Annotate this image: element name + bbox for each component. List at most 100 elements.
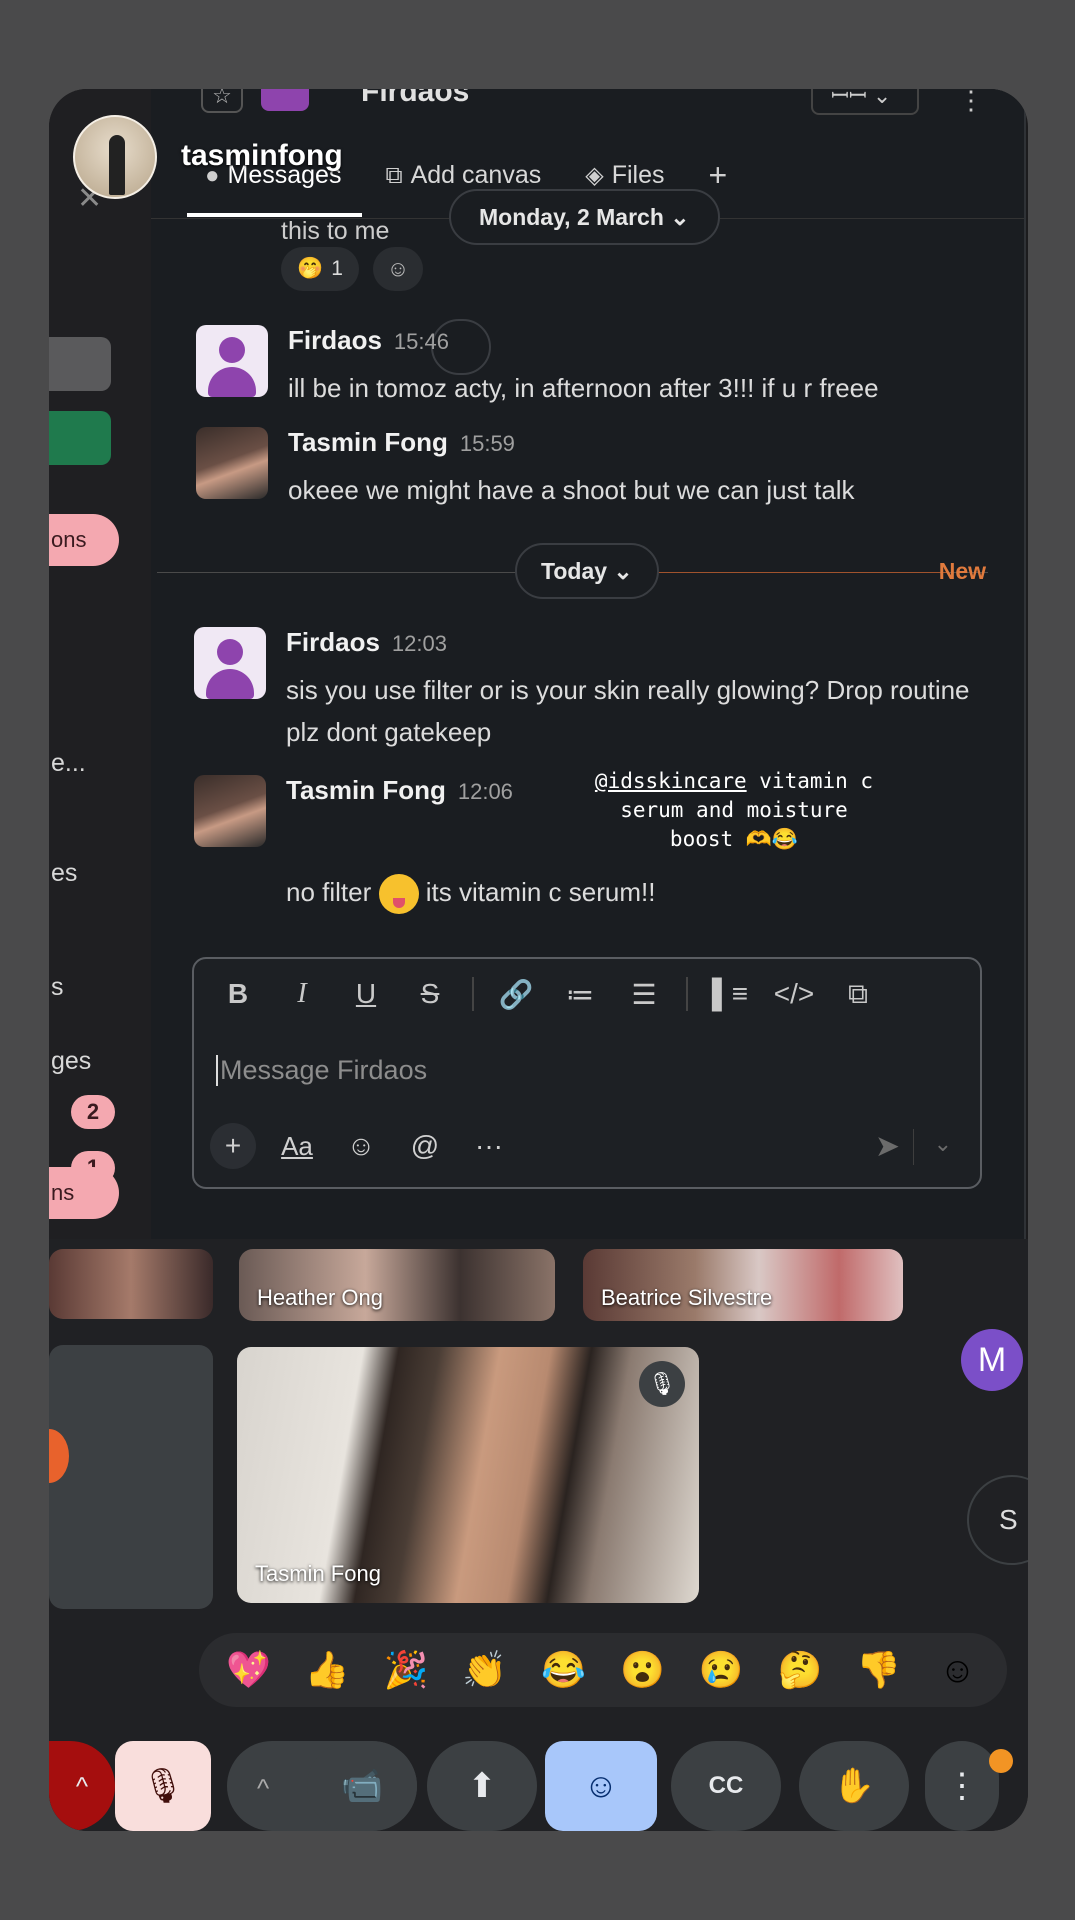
camera-options-icon[interactable]: ^ [257, 1773, 269, 1803]
message-input[interactable]: Message Firdaos [216, 1055, 427, 1086]
thumbs-up-reaction[interactable]: 👍 [297, 1649, 357, 1691]
sidebar-button-green[interactable] [49, 411, 111, 465]
composer-actions: + Aa ☺ @ ··· [210, 1123, 512, 1169]
participant-tile-heather[interactable]: Heather Ong [239, 1249, 555, 1321]
present-screen-icon: ⬆ [467, 1767, 497, 1805]
message-author[interactable]: Tasmin Fong 15:59 [288, 427, 515, 458]
participant-tile[interactable] [49, 1249, 213, 1319]
sidebar-button-gray[interactable] [49, 337, 111, 391]
story-mention[interactable]: @idsskincare [595, 769, 747, 793]
story-avatar[interactable] [73, 115, 157, 199]
crying-reaction[interactable]: 😢 [691, 1649, 751, 1691]
ordered-list-icon[interactable]: ≔ [558, 978, 602, 1011]
thinking-reaction[interactable]: 🤔 [770, 1649, 830, 1691]
participant-name: Beatrice Silvestre [601, 1285, 773, 1310]
mention-icon[interactable]: @ [402, 1123, 448, 1169]
participant-tile-tasmin[interactable]: 🎙 Tasmin Fong [237, 1347, 699, 1603]
sidebar-label[interactable]: s [51, 973, 64, 1002]
new-divider-line [649, 572, 948, 573]
message-time: 12:03 [391, 631, 447, 656]
surprised-reaction[interactable]: 😮 [612, 1649, 672, 1691]
huddle-icon[interactable]: ꟷꟷ ⌄ [811, 89, 919, 115]
strikethrough-button[interactable]: S [408, 978, 452, 1010]
text-format-icon[interactable]: Aa [274, 1123, 320, 1169]
bold-button[interactable]: B [216, 978, 260, 1010]
avatar[interactable] [194, 627, 266, 699]
reaction-emoji: 🤭 [297, 257, 324, 280]
more-options-icon[interactable]: ⋮ [958, 89, 984, 116]
new-messages-label: New [938, 558, 986, 584]
add-reaction-icon[interactable]: ☺ [928, 1649, 988, 1691]
message-time: 15:46 [393, 329, 449, 354]
participant-avatar-m[interactable]: M [961, 1329, 1023, 1391]
message-composer: B I U S 🔗 ≔ ☰ ▌≡ </> ⧉ Message Firdaos +… [192, 957, 982, 1189]
message-text: no filter its vitamin c serum!! [286, 871, 976, 915]
participant-tile-beatrice[interactable]: Beatrice Silvestre [583, 1249, 903, 1321]
previous-message-text: this to me [281, 217, 390, 245]
code-icon[interactable]: </> [772, 978, 816, 1010]
thumbs-down-reaction[interactable]: 👎 [849, 1649, 909, 1691]
layers-icon: ◈ [585, 162, 604, 189]
unread-badge: 2 [71, 1095, 115, 1129]
party-popper-reaction[interactable]: 🎉 [376, 1649, 436, 1691]
blockquote-icon[interactable]: ▌≡ [708, 978, 752, 1010]
captions-button[interactable]: CC [671, 1741, 781, 1831]
mic-off-icon: 🎙 [639, 1361, 685, 1407]
mic-toggle-button[interactable]: 🎙 [115, 1741, 211, 1831]
message-time: 15:59 [459, 431, 515, 456]
smiley-icon: ☺ [583, 1767, 619, 1805]
avatar[interactable] [196, 325, 268, 397]
sidebar-label[interactable]: ges [51, 1047, 91, 1076]
sidebar-pill-top[interactable]: ons [49, 514, 119, 566]
tab-files[interactable]: ◈ Files [585, 161, 664, 190]
more-vertical-icon: ⋮ [945, 1767, 979, 1805]
present-screen-button[interactable]: ⬆ [427, 1741, 537, 1831]
toolbar-separator [686, 977, 688, 1011]
format-toolbar: B I U S 🔗 ≔ ☰ ▌≡ </> ⧉ [216, 977, 880, 1011]
sidebar-pill-bottom[interactable]: ns [49, 1167, 119, 1219]
message-author[interactable]: Firdaos 12:03 [286, 627, 447, 658]
date-divider-today[interactable]: Today ⌄ [515, 543, 659, 599]
avatar[interactable] [196, 427, 268, 499]
message-time: 12:06 [457, 779, 513, 804]
captions-icon: CC [708, 1772, 744, 1799]
more-up-button[interactable]: ^ [49, 1741, 115, 1831]
tab-add-canvas[interactable]: ⧉ Add canvas [385, 161, 541, 190]
message-text: sis you use filter or is your skin reall… [286, 675, 970, 747]
send-separator [913, 1129, 914, 1165]
clapping-reaction[interactable]: 👏 [455, 1649, 515, 1691]
sidebar-label[interactable]: e... [51, 749, 86, 778]
date-divider-monday[interactable]: Monday, 2 March ⌄ [449, 189, 720, 245]
tab-label: Add canvas [410, 161, 542, 189]
tab-label: Files [611, 161, 665, 189]
camera-toggle-button[interactable]: 📹 [307, 1741, 417, 1831]
star-icon[interactable]: ☆ [201, 89, 243, 113]
sidebar-label[interactable]: es [51, 859, 77, 888]
bulleted-list-icon[interactable]: ☰ [622, 978, 666, 1011]
code-block-icon[interactable]: ⧉ [836, 978, 880, 1011]
reactions-bar: 💖 👍 🎉 👏 😂 😮 😢 🤔 👎 ☺ [199, 1633, 1007, 1707]
link-icon[interactable]: 🔗 [494, 978, 538, 1011]
emoji-reactions-button[interactable]: ☺ [545, 1741, 657, 1831]
participant-tile-empty[interactable] [49, 1345, 213, 1609]
add-tab-icon[interactable]: + [709, 157, 728, 194]
message-author[interactable]: Tasmin Fong 12:06 [286, 775, 513, 806]
chevron-down-icon[interactable]: ⌄ [934, 1131, 952, 1157]
emoji-icon[interactable]: ☺ [338, 1123, 384, 1169]
send-icon[interactable]: ➤ [875, 1129, 900, 1164]
story-username[interactable]: tasminfong [181, 139, 343, 173]
mic-off-icon: 🎙 [141, 1767, 185, 1805]
avatar[interactable] [194, 775, 266, 847]
attach-plus-icon[interactable]: + [210, 1123, 256, 1169]
raise-hand-button[interactable]: ✋ [799, 1741, 909, 1831]
more-actions-icon[interactable]: ··· [466, 1123, 512, 1169]
underline-button[interactable]: U [344, 978, 388, 1010]
message-author[interactable]: Firdaos 15:46 [288, 325, 449, 356]
more-options-button[interactable]: ⋮ [925, 1741, 999, 1831]
sparkling-heart-reaction[interactable]: 💖 [218, 1649, 278, 1691]
canvas-icon: ⧉ [385, 161, 403, 189]
add-reaction-icon[interactable]: ☺ [373, 247, 423, 291]
italic-button[interactable]: I [280, 978, 324, 1010]
reaction-chip[interactable]: 🤭 1 [281, 247, 359, 291]
laughing-reaction[interactable]: 😂 [534, 1649, 594, 1691]
